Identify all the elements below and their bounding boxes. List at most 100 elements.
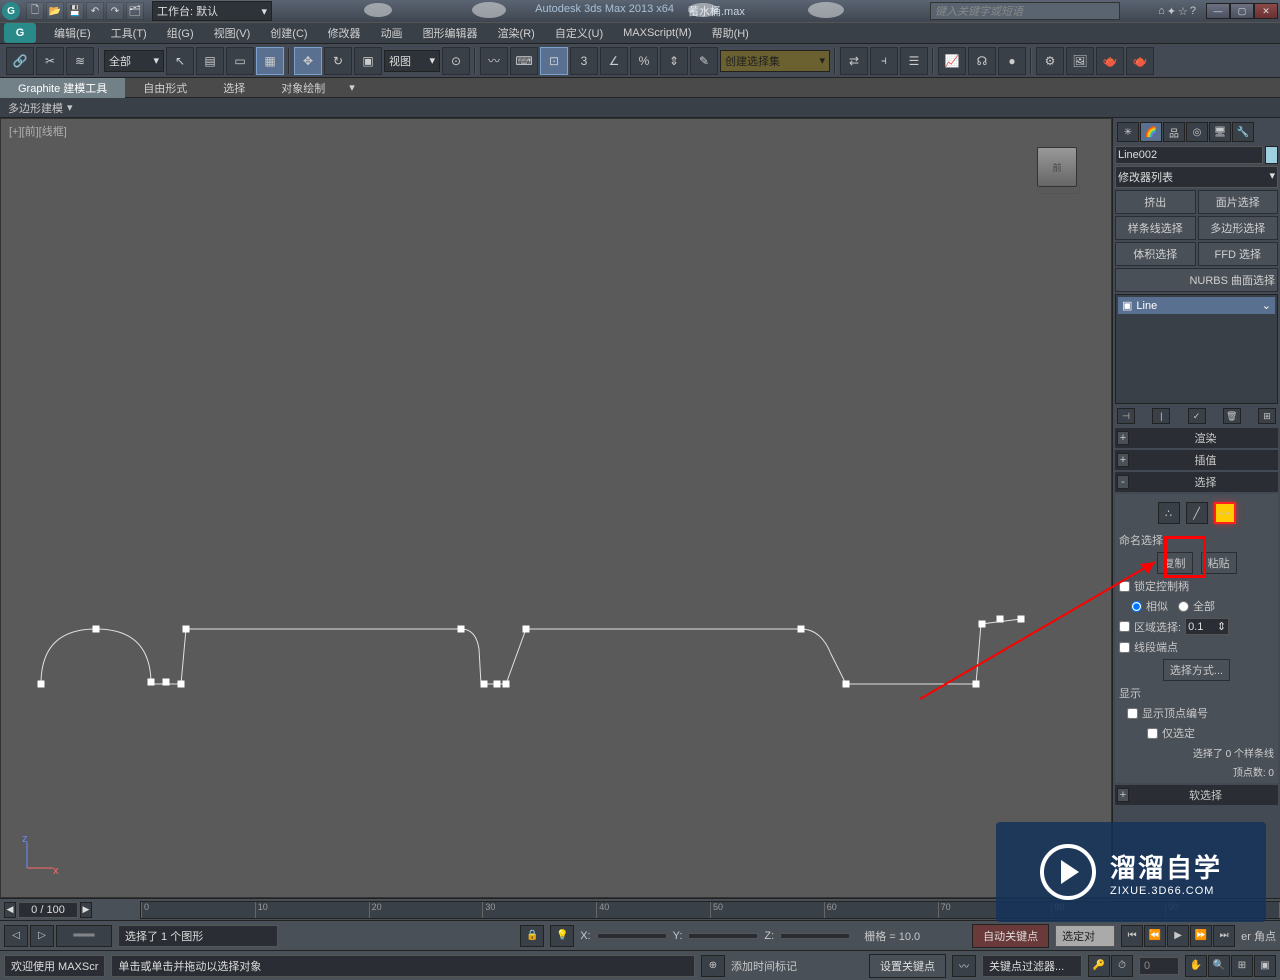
- menu-modifiers[interactable]: 修改器: [318, 23, 371, 43]
- selected-only-label[interactable]: 选定对: [1055, 925, 1115, 947]
- key-filter-icon[interactable]: 〰: [952, 955, 976, 977]
- show-vertex-num-check[interactable]: 显示顶点编号: [1119, 705, 1274, 721]
- prev-key-icon[interactable]: ⏪: [1144, 925, 1166, 947]
- btn-nurbs-select[interactable]: NURBS 曲面选择: [1115, 268, 1278, 292]
- close-button[interactable]: ✕: [1254, 3, 1278, 19]
- tab-selection[interactable]: 选择: [205, 78, 263, 98]
- subobj-vertex-icon[interactable]: ∴: [1158, 502, 1180, 524]
- copy-button[interactable]: 复制: [1157, 552, 1193, 574]
- panel-modify-icon[interactable]: 🌈: [1140, 122, 1162, 142]
- keyboard-shortcut-icon[interactable]: ⌨: [510, 47, 538, 75]
- menu-create[interactable]: 创建(C): [260, 23, 317, 43]
- menu-group[interactable]: 组(G): [157, 23, 204, 43]
- max-viewport-icon[interactable]: ▣: [1254, 955, 1276, 977]
- tracknav-prev-icon[interactable]: ◁: [4, 925, 28, 947]
- lock-selection-icon[interactable]: 🔒: [520, 925, 544, 947]
- menu-animation[interactable]: 动画: [371, 23, 413, 43]
- all-radio[interactable]: 全部: [1178, 598, 1215, 614]
- btn-spline-select[interactable]: 样条线选择: [1115, 216, 1196, 240]
- snap-3-icon[interactable]: 3: [570, 47, 598, 75]
- btn-ffd-select[interactable]: FFD 选择: [1198, 242, 1279, 266]
- maxscript-welcome[interactable]: 欢迎使用 MAXScr: [4, 955, 105, 977]
- curve-editor-icon[interactable]: 📈: [938, 47, 966, 75]
- panel-hierarchy-icon[interactable]: 品: [1163, 122, 1185, 142]
- goto-end-icon[interactable]: ⏭: [1213, 925, 1235, 947]
- tab-objectpaint[interactable]: 对象绘制: [263, 78, 343, 98]
- goto-start-icon[interactable]: ⏮: [1121, 925, 1143, 947]
- render-prod-icon[interactable]: 🫖: [1096, 47, 1124, 75]
- select-object-icon[interactable]: ↖: [166, 47, 194, 75]
- spinner-snap-icon[interactable]: ⇕: [660, 47, 688, 75]
- exchange-icon[interactable]: ✦: [1167, 5, 1176, 18]
- add-time-marker[interactable]: 添加时间标记: [731, 958, 797, 974]
- prev-frame-icon[interactable]: ◀: [4, 902, 16, 918]
- key-filter-button[interactable]: 关键点过滤器...: [982, 955, 1082, 977]
- scale-icon[interactable]: ▣: [354, 47, 382, 75]
- selection-filter-dropdown[interactable]: 全部▾: [104, 50, 164, 72]
- subobj-spline-icon[interactable]: 〰: [1214, 502, 1236, 524]
- rollout-selection[interactable]: -选择: [1115, 472, 1278, 492]
- modifier-stack[interactable]: ▣Line⌄: [1115, 294, 1278, 404]
- qat-new-icon[interactable]: 🗋: [26, 2, 44, 20]
- coord-x-input[interactable]: [597, 933, 667, 939]
- set-key-button[interactable]: 设置关键点: [869, 954, 946, 978]
- time-slider[interactable]: ◀ 0 / 100 ▶: [0, 902, 140, 918]
- menu-help[interactable]: 帮助(H): [702, 23, 759, 43]
- search-input[interactable]: 键入关键字或短语: [930, 2, 1120, 20]
- stack-item-line[interactable]: ▣Line⌄: [1118, 297, 1275, 314]
- zoom-icon[interactable]: 🔍: [1208, 955, 1230, 977]
- favorite-icon[interactable]: ☆: [1178, 5, 1188, 18]
- ribbon-panel-label[interactable]: 多边形建模: [8, 100, 63, 116]
- app-icon[interactable]: G: [2, 2, 20, 20]
- qat-project-icon[interactable]: 🗂: [126, 2, 144, 20]
- menu-graph[interactable]: 图形编辑器: [413, 23, 488, 43]
- edit-named-sel-icon[interactable]: ✎: [690, 47, 718, 75]
- menu-tools[interactable]: 工具(T): [101, 23, 157, 43]
- panel-create-icon[interactable]: ✳: [1117, 122, 1139, 142]
- tracknav-next-icon[interactable]: ▷: [30, 925, 54, 947]
- viewport[interactable]: [+][前][线框] 前: [0, 118, 1112, 898]
- select-region-icon[interactable]: ▭: [226, 47, 254, 75]
- minimize-button[interactable]: —: [1206, 3, 1230, 19]
- workspace-dropdown[interactable]: 工作台: 默认▾: [152, 1, 272, 21]
- infocenter-icon[interactable]: ⌂: [1158, 5, 1165, 17]
- percent-snap-icon[interactable]: %: [630, 47, 658, 75]
- qat-save-icon[interactable]: 💾: [66, 2, 84, 20]
- time-config-icon[interactable]: ⏱: [1111, 955, 1133, 977]
- stack-pin-icon[interactable]: ⊣: [1117, 408, 1135, 424]
- tab-graphite[interactable]: Graphite 建模工具: [0, 78, 125, 98]
- coord-y-input[interactable]: [688, 933, 758, 939]
- rollout-render[interactable]: +渲染: [1115, 428, 1278, 448]
- stack-showend-icon[interactable]: |: [1152, 408, 1170, 424]
- pivot-icon[interactable]: ⊙: [442, 47, 470, 75]
- menu-maxscript[interactable]: MAXScript(M): [613, 25, 701, 41]
- btn-face-select[interactable]: 面片选择: [1198, 190, 1279, 214]
- rollout-interp[interactable]: +插值: [1115, 450, 1278, 470]
- next-frame-icon[interactable]: ▶: [80, 902, 92, 918]
- communication-icon[interactable]: ⊕: [701, 955, 725, 977]
- qat-open-icon[interactable]: 📂: [46, 2, 64, 20]
- layers-icon[interactable]: ☰: [900, 47, 928, 75]
- object-color-swatch[interactable]: [1265, 146, 1278, 164]
- angle-snap-icon[interactable]: ∠: [600, 47, 628, 75]
- stack-unique-icon[interactable]: ✓: [1188, 408, 1206, 424]
- next-key-icon[interactable]: ⏩: [1190, 925, 1212, 947]
- qat-redo-icon[interactable]: ↷: [106, 2, 124, 20]
- ref-coord-dropdown[interactable]: 视图▾: [384, 50, 440, 72]
- move-icon[interactable]: ✥: [294, 47, 322, 75]
- modifier-list-dropdown[interactable]: 修改器列表▾: [1115, 166, 1278, 188]
- manipulate-icon[interactable]: 〰: [480, 47, 508, 75]
- play-icon[interactable]: ▶: [1167, 925, 1189, 947]
- coord-z-input[interactable]: [780, 933, 850, 939]
- render-frame-icon[interactable]: 🖼: [1066, 47, 1094, 75]
- rollout-soft[interactable]: +软选择: [1115, 785, 1278, 805]
- zoom-all-icon[interactable]: ⊞: [1231, 955, 1253, 977]
- select-method-button[interactable]: 选择方式...: [1163, 659, 1230, 681]
- lock-handles-check[interactable]: 锁定控制柄: [1119, 578, 1274, 594]
- paste-button[interactable]: 粘贴: [1201, 552, 1237, 574]
- menu-render[interactable]: 渲染(R): [488, 23, 545, 43]
- stack-remove-icon[interactable]: 🗑: [1223, 408, 1241, 424]
- area-select-check[interactable]: 区域选择:: [1119, 619, 1181, 635]
- btn-volume-select[interactable]: 体积选择: [1115, 242, 1196, 266]
- btn-poly-select[interactable]: 多边形选择: [1198, 216, 1279, 240]
